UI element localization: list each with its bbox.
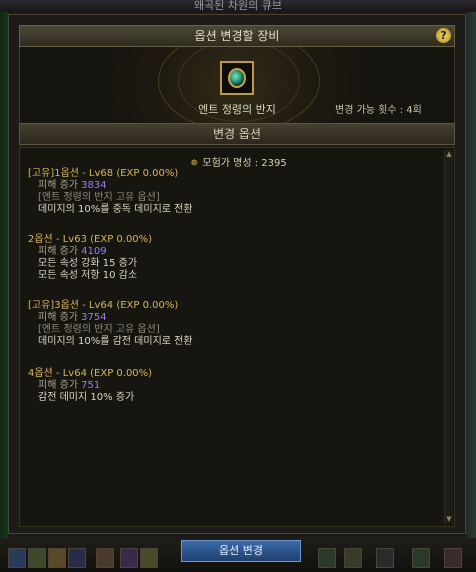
scroll-down-icon[interactable]: ▼	[445, 515, 453, 524]
option-block-2: 2옵션 - Lv63 (EXP 0.00%) 피해 증가 4109 모든 속성 …	[28, 234, 152, 282]
damage-value: 751	[81, 380, 101, 391]
quickslot-1[interactable]	[8, 548, 26, 568]
option-effect: 모든 속성 강화 15 증가	[38, 258, 138, 269]
quickslot-4[interactable]	[68, 548, 86, 568]
option-title: [고유]1옵션 - Lv68 (EXP 0.00%)	[28, 168, 179, 179]
unique-note: [엔트 정령의 반지 고유 옵션]	[38, 324, 160, 335]
background-left-edge	[0, 12, 8, 572]
quickslot-12[interactable]	[444, 548, 462, 568]
equipment-slot[interactable]	[220, 61, 254, 95]
quickslot-7[interactable]	[140, 548, 158, 568]
cube-option-panel: 옵션 변경할 장비 ? 엔트 정령의 반지 변경 가능 횟수 : 4회 변경 옵…	[8, 14, 466, 534]
quickslot-11[interactable]	[412, 548, 430, 568]
option-title: [고유]3옵션 - Lv64 (EXP 0.00%)	[28, 300, 179, 311]
change-count: 변경 가능 횟수 : 4회	[335, 105, 422, 116]
damage-label: 피해 증가	[38, 312, 78, 323]
ring-icon	[228, 68, 246, 88]
damage-value: 3834	[81, 180, 107, 191]
damage-row: 피해 증가 3754	[28, 312, 193, 324]
options-list: ✵ 모험가 명성 : 2395 [고유]1옵션 - Lv68 (EXP 0.00%…	[19, 147, 455, 527]
damage-row: 피해 증가 3834	[28, 180, 193, 192]
damage-row: 피해 증가 751	[28, 380, 152, 392]
quickslot-2[interactable]	[28, 548, 46, 568]
option-block-3: [고유]3옵션 - Lv64 (EXP 0.00%) 피해 증가 3754 [엔…	[28, 300, 193, 348]
damage-value: 3754	[81, 312, 107, 323]
option-block-4: 4옵션 - Lv64 (EXP 0.00%) 피해 증가 751 감전 데미지 …	[28, 368, 152, 404]
option-effect: 데미지의 10%를 중독 데미지로 전환	[38, 204, 193, 215]
damage-row: 피해 증가 4109	[28, 246, 152, 258]
option-effect: 모든 속성 저항 10 감소	[38, 270, 138, 281]
damage-label: 피해 증가	[38, 180, 78, 191]
help-button[interactable]: ?	[436, 28, 451, 43]
option-title: 2옵션 - Lv63 (EXP 0.00%)	[28, 234, 153, 245]
quickslot-8[interactable]	[318, 548, 336, 568]
background-right-edge	[466, 12, 476, 572]
option-effect: 감전 데미지 10% 증가	[38, 392, 135, 403]
option-title: 4옵션 - Lv64 (EXP 0.00%)	[28, 368, 153, 379]
damage-label: 피해 증가	[38, 380, 78, 391]
options-scrollbar[interactable]: ▲ ▼	[444, 150, 453, 524]
quickslot-9[interactable]	[344, 548, 362, 568]
option-block-1: [고유]1옵션 - Lv68 (EXP 0.00%) 피해 증가 3834 [엔…	[28, 168, 193, 216]
option-change-button[interactable]: 옵션 변경	[181, 540, 301, 562]
window-title: 왜곡된 차원의 큐브	[0, 0, 476, 12]
fame-label: 모험가 명성 : 2395	[202, 158, 287, 169]
unique-note: [엔트 정령의 반지 고유 옵션]	[38, 192, 160, 203]
panel-header: 옵션 변경할 장비 ?	[19, 25, 455, 47]
quickslot-6[interactable]	[120, 548, 138, 568]
option-effect: 데미지의 10%를 감전 데미지로 전환	[38, 336, 193, 347]
damage-label: 피해 증가	[38, 246, 78, 257]
panel-header-title: 옵션 변경할 장비	[194, 29, 280, 43]
quickslot-10[interactable]	[376, 548, 394, 568]
scroll-up-icon[interactable]: ▲	[445, 150, 453, 159]
damage-value: 4109	[81, 246, 107, 257]
quickslot-5[interactable]	[96, 548, 114, 568]
adventurer-fame: ✵ 모험가 명성 : 2395	[190, 154, 287, 169]
section-header: 변경 옵션	[19, 123, 455, 145]
item-name: 엔트 정령의 반지	[198, 103, 276, 116]
quickslot-3[interactable]	[48, 548, 66, 568]
